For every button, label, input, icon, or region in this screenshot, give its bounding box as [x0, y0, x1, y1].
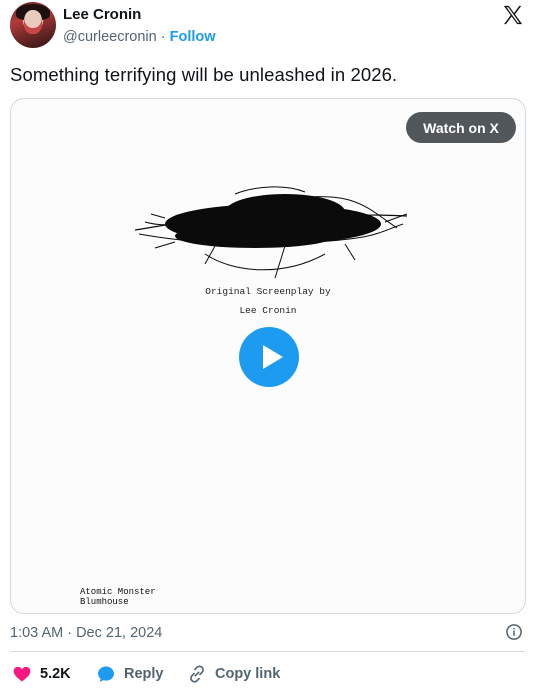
tweet-timestamp[interactable]: 1:03 AM · Dec 21, 2024: [10, 625, 162, 641]
tweet-text: Something terrifying will be unleashed i…: [10, 64, 398, 85]
info-icon[interactable]: [505, 623, 523, 641]
redacted-title-scribble: [135, 186, 408, 279]
copy-link-button[interactable]: Copy link: [187, 664, 280, 684]
author-handle[interactable]: @curleecronin: [63, 29, 157, 45]
reply-bubble-icon: [98, 666, 114, 682]
like-count: 5.2K: [40, 666, 71, 682]
reply-label: Reply: [124, 666, 164, 682]
watch-on-x-button[interactable]: Watch on X: [406, 112, 516, 143]
author-handle-line: @curleecronin · Follow: [63, 29, 216, 45]
author-avatar[interactable]: [10, 2, 56, 48]
screenplay-credit-name: Lee Cronin: [239, 305, 297, 316]
studio-credit-1: Atomic Monster: [80, 587, 156, 597]
like-button[interactable]: 5.2K: [12, 664, 71, 684]
studio-credit-2: Blumhouse: [80, 597, 129, 607]
author-name[interactable]: Lee Cronin: [63, 6, 141, 23]
play-icon[interactable]: [239, 327, 299, 387]
screenplay-credit-label: Original Screenplay by: [205, 286, 331, 297]
link-icon: [190, 665, 204, 683]
handle-separator: ·: [156, 29, 170, 45]
avatar-face: [24, 10, 42, 34]
video-media[interactable]: Watch on X Original Screenplay by Lee Cr…: [10, 98, 526, 614]
follow-link[interactable]: Follow: [170, 29, 216, 45]
x-logo-icon[interactable]: [502, 4, 524, 26]
divider: [10, 651, 524, 652]
heart-icon: [13, 666, 31, 682]
reply-button[interactable]: Reply: [96, 664, 164, 684]
copy-link-label: Copy link: [215, 666, 281, 682]
